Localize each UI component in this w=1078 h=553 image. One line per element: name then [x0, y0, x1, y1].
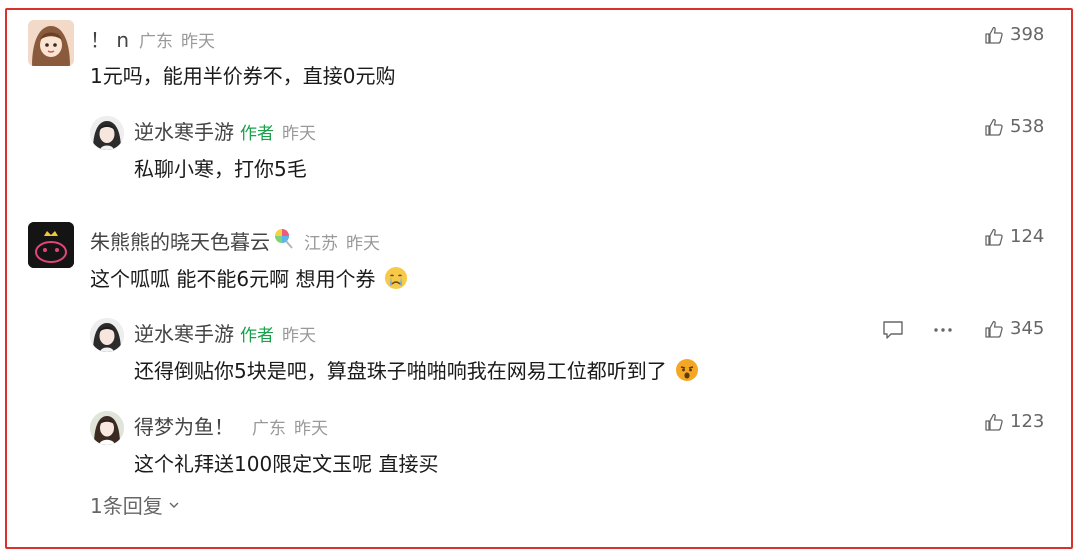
user-avatar[interactable]: [28, 222, 74, 268]
thumbs-up-icon: [985, 228, 1003, 246]
author-badge: 作者: [240, 124, 274, 144]
username[interactable]: 逆水寒手游: [134, 116, 234, 145]
like-count: 398: [1010, 24, 1045, 45]
comment-time: 昨天: [294, 419, 328, 439]
user-avatar[interactable]: [90, 318, 124, 352]
thumbs-up-icon: [985, 26, 1003, 44]
like-button[interactable]: 538: [984, 116, 1044, 137]
thumbs-up-icon: [985, 320, 1003, 338]
like-count: 124: [1010, 226, 1045, 247]
username[interactable]: 逆水寒手游: [134, 318, 234, 347]
comment-time: 昨天: [346, 234, 380, 254]
user-avatar[interactable]: [28, 20, 74, 66]
like-count: 345: [1010, 318, 1045, 339]
reply-button[interactable]: [882, 320, 904, 344]
comment-text: 1元吗，能用半价券不，直接0元购: [90, 64, 396, 88]
author-badge: 作者: [240, 326, 274, 346]
comment-time: 昨天: [282, 326, 316, 346]
more-dots-icon: [934, 328, 952, 332]
more-button[interactable]: [932, 320, 954, 344]
user-region: 广东: [252, 419, 286, 439]
thumbs-up-icon: [985, 118, 1003, 136]
reply-text: 还得倒贴你5块是吧，算盘珠子啪啪响我在网易工位都听到了: [134, 355, 699, 387]
like-count: 123: [1010, 411, 1045, 432]
like-count: 538: [1010, 116, 1045, 137]
chevron-down-icon: [169, 502, 179, 508]
astonished-face-icon: [675, 358, 699, 387]
comment-bubble-icon: [883, 321, 903, 339]
user-region: 江苏: [304, 234, 338, 254]
comment-text-body: 这个呱呱 能不能6元啊 想用个券: [90, 267, 376, 291]
comment-text: 这个呱呱 能不能6元啊 想用个券: [90, 263, 408, 295]
like-button[interactable]: 398: [984, 24, 1044, 45]
thumbs-up-icon: [985, 413, 1003, 431]
crying-face-icon: [384, 266, 408, 295]
comment-time: 昨天: [181, 32, 216, 52]
like-button[interactable]: 123: [984, 411, 1044, 432]
username[interactable]: 朱熊熊的晓天色暮云: [90, 226, 270, 255]
user-avatar[interactable]: [90, 116, 124, 150]
username[interactable]: ！ n: [90, 24, 129, 53]
comment-time: 昨天: [282, 124, 316, 144]
reply-text-body: 还得倒贴你5块是吧，算盘珠子啪啪响我在网易工位都听到了: [134, 359, 667, 383]
expand-replies-button[interactable]: 1条回复: [90, 490, 181, 519]
username[interactable]: 得梦为鱼！: [134, 411, 234, 440]
reply-text: 这个礼拜送100限定文玉呢 直接买: [134, 452, 439, 476]
lollipop-icon: [272, 227, 294, 253]
reply-text: 私聊小寒，打你5毛: [134, 157, 307, 181]
like-button[interactable]: 124: [984, 226, 1044, 247]
user-avatar[interactable]: [90, 411, 124, 445]
expand-replies-label: 1条回复: [90, 494, 163, 518]
like-button[interactable]: 345: [984, 318, 1044, 339]
user-region: 广东: [139, 32, 174, 52]
